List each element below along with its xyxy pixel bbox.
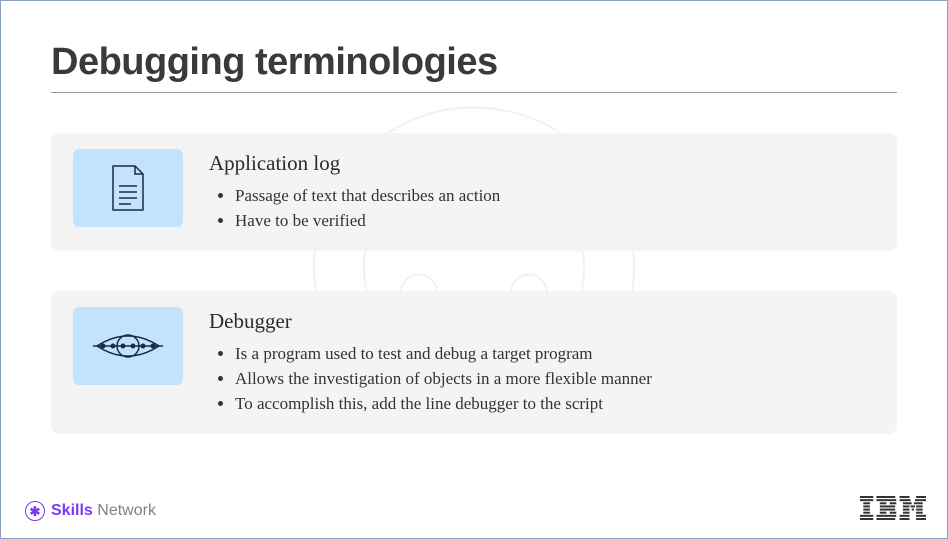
card-list: Is a program used to test and debug a ta…	[209, 342, 875, 416]
ibm-logo	[860, 496, 926, 526]
document-icon	[73, 149, 183, 227]
footer-network: Network	[97, 502, 156, 519]
footer-skills: Skills	[51, 502, 93, 519]
card-heading: Debugger	[209, 309, 875, 334]
list-item: Allows the investigation of objects in a…	[235, 367, 875, 392]
skills-network-icon: ✱	[25, 501, 45, 521]
card-list: Passage of text that describes an action…	[209, 184, 875, 233]
title-underline	[51, 92, 897, 93]
skills-network-logo: ✱ Skills Network	[25, 501, 156, 521]
eye-icon	[73, 307, 183, 385]
list-item: Is a program used to test and debug a ta…	[235, 342, 875, 367]
list-item: Have to be verified	[235, 209, 875, 234]
list-item: Passage of text that describes an action	[235, 184, 875, 209]
card-heading: Application log	[209, 151, 875, 176]
slide-title: Debugging terminologies	[51, 41, 897, 84]
card-application-log: Application log Passage of text that des…	[51, 133, 897, 251]
card-debugger: Debugger Is a program used to test and d…	[51, 291, 897, 434]
footer: ✱ Skills Network	[1, 496, 947, 526]
list-item: To accomplish this, add the line debugge…	[235, 392, 875, 417]
